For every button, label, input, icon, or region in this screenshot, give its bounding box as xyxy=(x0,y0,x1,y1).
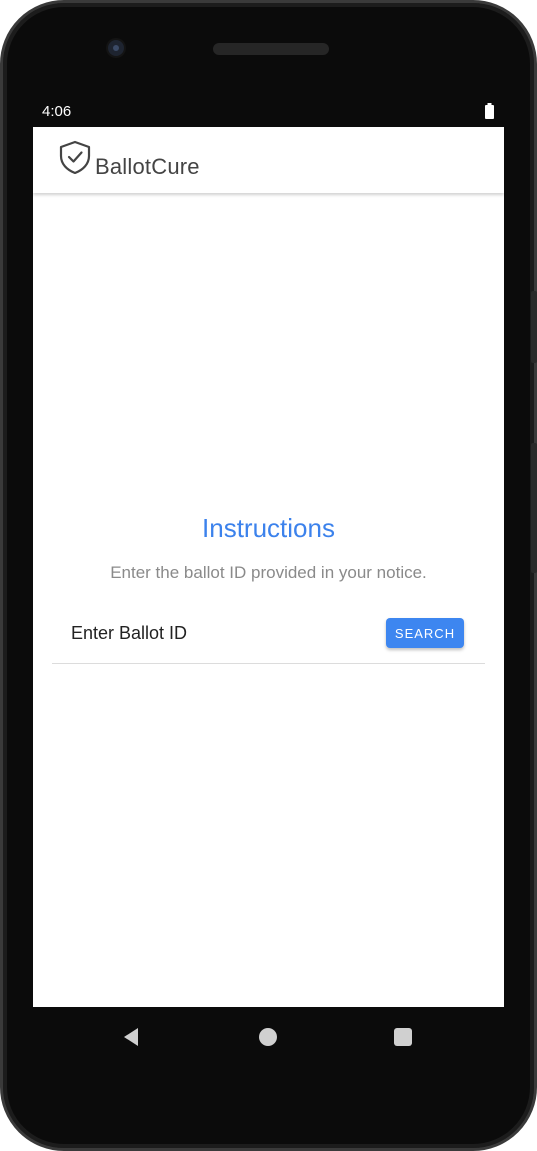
search-button[interactable]: SEARCH xyxy=(386,618,464,648)
app-screen: BallotCure Instructions Enter the ballot… xyxy=(33,127,504,1007)
instructions-title: Instructions xyxy=(202,513,335,543)
app-title: BallotCure xyxy=(95,154,200,179)
earpiece-speaker xyxy=(213,43,329,55)
front-camera xyxy=(108,40,124,56)
navigation-bar xyxy=(33,1007,504,1067)
phone-frame: 4:06 BallotCure Instructions Enter the b… xyxy=(0,0,537,1151)
back-triangle-icon[interactable] xyxy=(122,1027,140,1047)
status-time: 4:06 xyxy=(42,103,72,120)
home-circle-icon[interactable] xyxy=(259,1028,277,1046)
shield-check-icon xyxy=(58,140,92,175)
volume-button xyxy=(531,443,537,573)
ballot-id-input[interactable] xyxy=(52,617,391,649)
instructions-text: Enter the ballot ID provided in your not… xyxy=(110,563,427,582)
recents-square-icon[interactable] xyxy=(394,1028,412,1046)
power-button xyxy=(531,291,537,363)
app-bar: BallotCure xyxy=(33,127,504,193)
battery-full-icon xyxy=(485,103,494,119)
ballot-search-row: SEARCH xyxy=(52,607,485,664)
status-bar: 4:06 xyxy=(33,99,504,127)
